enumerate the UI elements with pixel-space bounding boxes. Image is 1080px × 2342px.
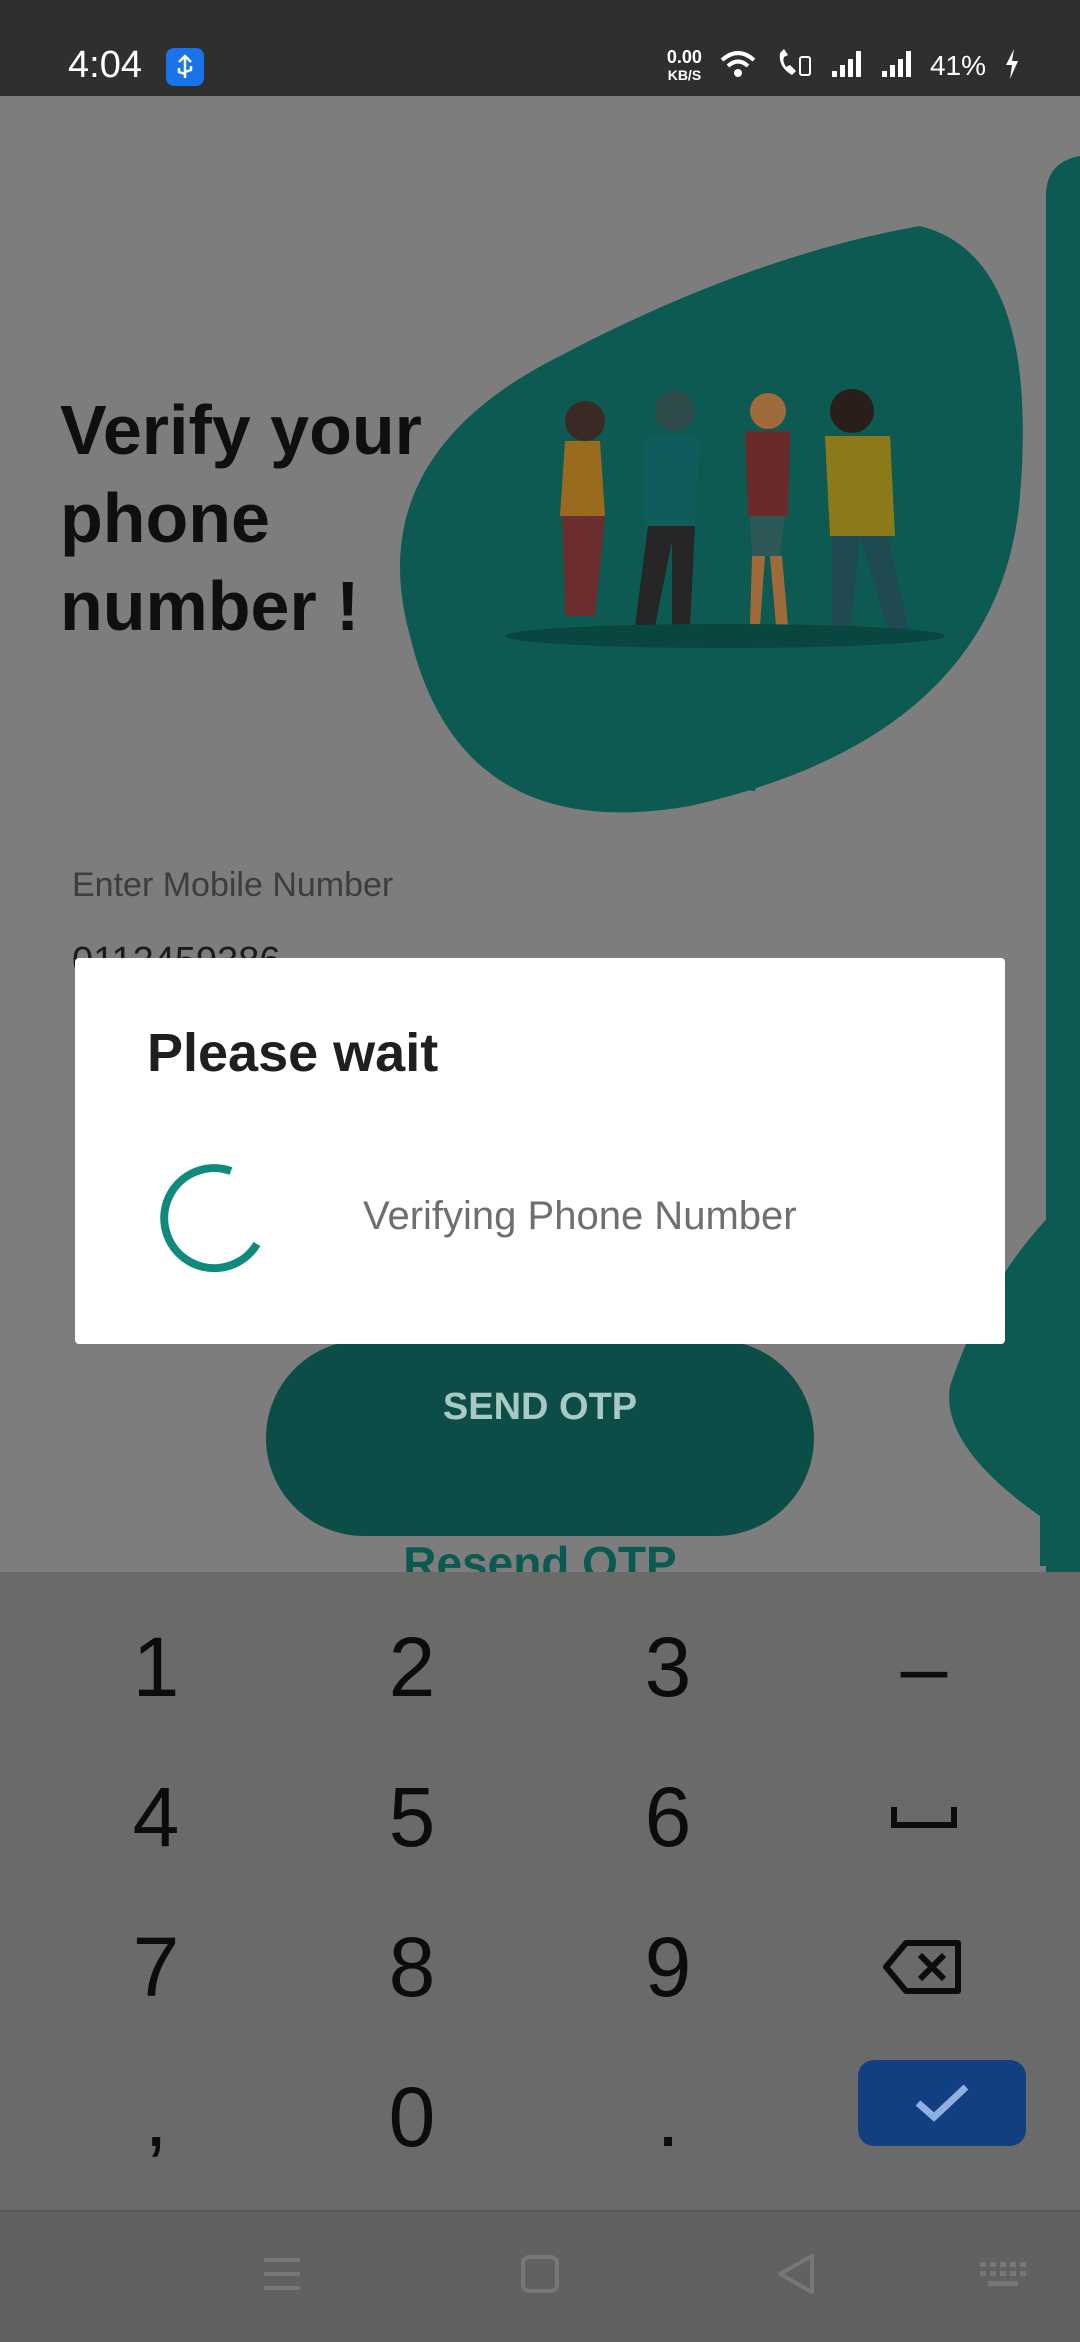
resend-otp-link[interactable]: Resend OTP bbox=[0, 1536, 1080, 1572]
key-6[interactable]: 6 bbox=[548, 1752, 788, 1882]
navigation-bar bbox=[0, 2210, 1080, 2342]
net-speed-unit: KB/S bbox=[667, 67, 702, 83]
home-icon[interactable] bbox=[520, 2252, 560, 2301]
headline-line-2: phone bbox=[60, 479, 270, 557]
call-icon bbox=[774, 47, 814, 86]
loading-spinner-icon bbox=[153, 1156, 279, 1287]
key-7[interactable]: 7 bbox=[36, 1902, 276, 2032]
send-otp-button[interactable]: SEND OTP bbox=[266, 1340, 814, 1536]
wifi-icon bbox=[718, 48, 758, 85]
menu-icon[interactable] bbox=[262, 2252, 302, 2301]
keyboard-done-button[interactable] bbox=[858, 2060, 1026, 2146]
check-icon bbox=[915, 2084, 969, 2122]
mobile-number-label: Enter Mobile Number bbox=[72, 866, 394, 904]
key-4[interactable]: 4 bbox=[36, 1752, 276, 1882]
net-speed: 0.00 KB/S bbox=[667, 48, 702, 84]
back-icon[interactable] bbox=[776, 2252, 816, 2301]
dialog-message: Verifying Phone Number bbox=[363, 1194, 797, 1238]
keyboard-icon[interactable] bbox=[978, 2260, 1028, 2295]
key-dash[interactable]: – bbox=[804, 1602, 1044, 1732]
key-8[interactable]: 8 bbox=[292, 1902, 532, 2032]
key-5[interactable]: 5 bbox=[292, 1752, 532, 1882]
key-comma[interactable]: , bbox=[36, 2052, 276, 2182]
key-0[interactable]: 0 bbox=[292, 2052, 532, 2182]
key-backspace[interactable] bbox=[804, 1902, 1044, 2032]
battery-percent: 41% bbox=[929, 50, 986, 81]
key-1[interactable]: 1 bbox=[36, 1602, 276, 1732]
dialog-title: Please wait bbox=[147, 1023, 439, 1083]
key-3[interactable]: 3 bbox=[548, 1602, 788, 1732]
app-screen: Verify your phone number ! Enter Mobile … bbox=[0, 96, 1080, 1572]
status-time: 4:04 bbox=[68, 44, 142, 86]
space-icon bbox=[891, 1807, 957, 1828]
status-bar: 4:04 0.00 KB/S 41% bbox=[0, 0, 1080, 96]
progress-dialog: Please wait Verifying Phone Number bbox=[75, 958, 1005, 1344]
key-space[interactable] bbox=[804, 1752, 1044, 1882]
signal-icon-sim2 bbox=[880, 49, 914, 84]
key-9[interactable]: 9 bbox=[548, 1902, 788, 2032]
key-period[interactable]: . bbox=[548, 2052, 788, 2182]
charging-icon bbox=[1002, 47, 1022, 86]
key-2[interactable]: 2 bbox=[292, 1602, 532, 1732]
people-illustration bbox=[400, 226, 1023, 813]
signal-icon-sim1 bbox=[830, 49, 864, 84]
page-title: Verify your phone number ! bbox=[60, 386, 422, 650]
headline-line-1: Verify your bbox=[60, 391, 422, 469]
headline-line-3: number ! bbox=[60, 567, 360, 645]
backspace-icon bbox=[883, 1940, 961, 1994]
usb-icon bbox=[166, 48, 204, 86]
net-speed-value: 0.00 bbox=[666, 47, 702, 67]
